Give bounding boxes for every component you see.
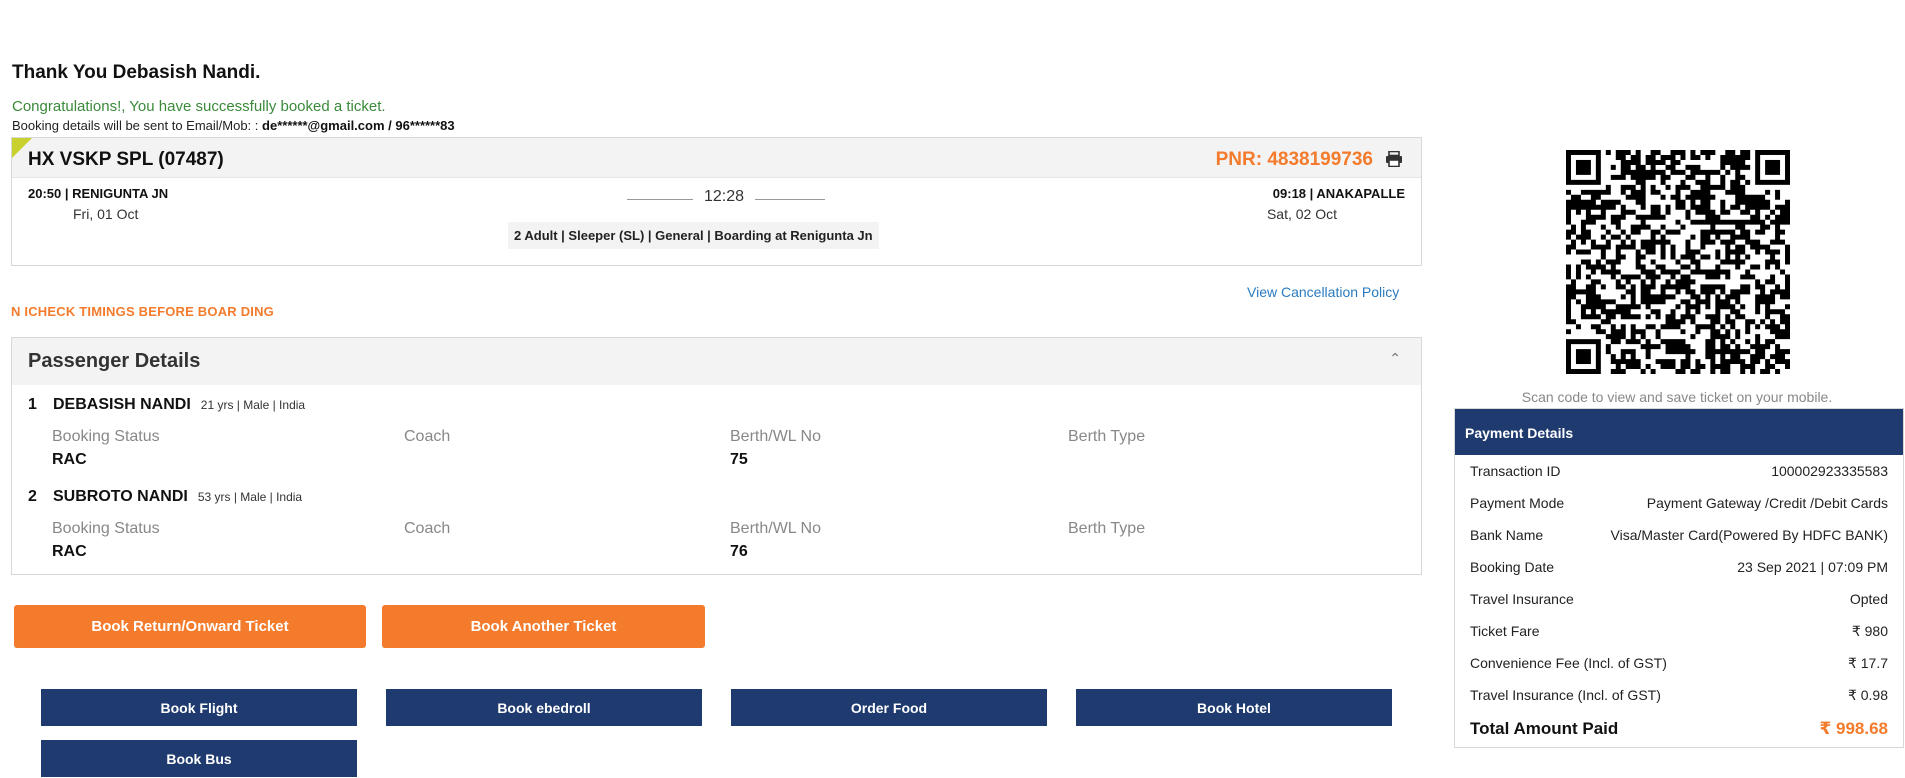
book-return-ticket-button[interactable]: Book Return/Onward Ticket [14,605,366,648]
berth-no-value: 76 [730,543,748,560]
order-food-button[interactable]: Order Food [731,689,1047,726]
berth-type-label: Berth Type [1068,428,1146,445]
book-bus-button[interactable]: Book Bus [41,740,357,777]
qr-caption: Scan code to view and save ticket on you… [1521,389,1833,405]
departure-time: 20:50 | RENIGUNTA JN [28,186,169,201]
payment-row-mode: Payment Mode Payment Gateway /Credit /De… [1455,487,1903,519]
payment-value: Visa/Master Card(Powered By HDFC BANK) [1610,527,1888,543]
duration-line-right [755,199,825,200]
payment-label: Transaction ID [1470,463,1561,479]
coach-label: Coach [404,520,451,537]
payment-value: 100002923335583 [1771,463,1888,479]
book-ebedroll-button[interactable]: Book ebedroll [386,689,702,726]
passenger-name: SUBROTO NANDI [53,488,188,505]
payment-label: Bank Name [1470,527,1544,543]
timing-notice: N ICHECK TIMINGS BEFORE BOAR DING [11,304,274,319]
payment-row-transaction-id: Transaction ID 100002923335583 [1455,455,1903,487]
booking-status-value: RAC [52,543,87,560]
departure-date: Fri, 01 Oct [73,206,139,222]
pnr-number: PNR: 4838199736 [1215,149,1373,170]
berth-no-label: Berth/WL No [730,428,821,445]
train-name: HX VSKP SPL (07487) [28,149,224,170]
total-amount-label: Total Amount Paid [1470,719,1619,738]
passenger-row: 1 DEBASISH NANDI 21 yrs | Male | India Bo… [12,396,1421,488]
success-message: Congratulations!, You have successfully … [12,98,386,115]
payment-details-card: Payment Details Transaction ID 100002923… [1454,408,1904,748]
payment-value: ₹ 0.98 [1847,687,1888,703]
passenger-meta: 21 yrs | Male | India [200,398,306,412]
payment-label: Booking Date [1470,559,1555,575]
qr-finder-pattern [1566,339,1601,374]
passenger-row: 2 SUBROTO NANDI 53 yrs | Male | India Boo… [12,488,1421,580]
payment-label: Travel Insurance (Incl. of GST) [1470,687,1661,703]
payment-value: 23 Sep 2021 | 07:09 PM [1737,559,1888,575]
passenger-meta: 53 yrs | Male | India [197,490,303,504]
duration-line-left [627,199,693,200]
qr-finder-pattern [1566,150,1601,185]
payment-value: Payment Gateway /Credit /Debit Cards [1646,495,1888,511]
collapse-icon[interactable]: ⌃ [1389,350,1401,367]
payment-value: ₹ 17.7 [1847,655,1888,671]
book-flight-button[interactable]: Book Flight [41,689,357,726]
booking-status-label: Booking Status [52,520,160,537]
passenger-details-title: Passenger Details [28,350,201,372]
payment-row-convenience-fee: Convenience Fee (Incl. of GST) ₹ 17.7 [1455,647,1903,679]
payment-row-booking-date: Booking Date 23 Sep 2021 | 07:09 PM [1455,551,1903,583]
booking-status-label: Booking Status [52,428,160,445]
passenger-details-card: Passenger Details ⌃ 1 DEBASISH NANDI 21 y… [11,337,1422,575]
payment-label: Payment Mode [1470,495,1565,511]
payment-label: Ticket Fare [1470,623,1540,639]
passenger-details-header[interactable]: Passenger Details ⌃ [12,338,1421,385]
train-card-header: HX VSKP SPL (07487) PNR: 4838199736 [12,138,1421,178]
payment-row-total: Total Amount Paid ₹ 998.68 [1455,711,1903,743]
arrival-date: Sat, 02 Oct [1266,206,1337,222]
ticket-qr-code [1566,150,1790,374]
book-another-ticket-button[interactable]: Book Another Ticket [382,605,705,648]
arrival-time: 09:18 | ANAKAPALLE [1272,186,1405,201]
payment-row-ticket-fare: Ticket Fare ₹ 980 [1455,615,1903,647]
thank-you-heading: Thank You Debasish Nandi. [12,62,261,83]
train-summary-card: HX VSKP SPL (07487) PNR: 4838199736 20:5… [11,137,1422,266]
booking-sent-info: Booking details will be sent to Email/Mo… [12,118,455,133]
duration-text: 12:28 [704,188,745,205]
booking-sent-contact: de******@gmail.com / 96******83 [262,118,455,133]
passenger-name: DEBASISH NANDI [53,396,191,413]
booking-sent-prefix: Booking details will be sent to Email/Mo… [12,118,259,133]
payment-label: Convenience Fee (Incl. of GST) [1470,655,1667,671]
berth-no-value: 75 [730,451,748,468]
passenger-number: 2 [28,488,37,505]
passenger-name-line: SUBROTO NANDI 53 yrs | Male | India [53,488,302,506]
payment-value: ₹ 980 [1851,623,1888,639]
payment-value: Opted [1849,591,1888,607]
payment-row-bank: Bank Name Visa/Master Card(Powered By HD… [1455,519,1903,551]
booking-status-value: RAC [52,451,87,468]
book-hotel-button[interactable]: Book Hotel [1076,689,1392,726]
journey-info: 2 Adult | Sleeper (SL) | General | Board… [508,222,879,249]
journey-duration: 12:28 [615,188,825,208]
passenger-name-line: DEBASISH NANDI 21 yrs | Male | India [53,396,305,414]
coach-label: Coach [404,428,451,445]
payment-label: Travel Insurance [1470,591,1574,607]
berth-type-label: Berth Type [1068,520,1146,537]
payment-row-insurance: Travel Insurance Opted [1455,583,1903,615]
payment-details-title: Payment Details [1455,409,1903,455]
berth-no-label: Berth/WL No [730,520,821,537]
qr-finder-pattern [1755,150,1790,185]
payment-row-insurance-fee: Travel Insurance (Incl. of GST) ₹ 0.98 [1455,679,1903,711]
cancellation-policy-link[interactable]: View Cancellation Policy [1247,284,1399,300]
print-icon[interactable] [1385,151,1403,167]
total-amount-value: ₹ 998.68 [1819,719,1888,738]
passenger-number: 1 [28,396,37,413]
